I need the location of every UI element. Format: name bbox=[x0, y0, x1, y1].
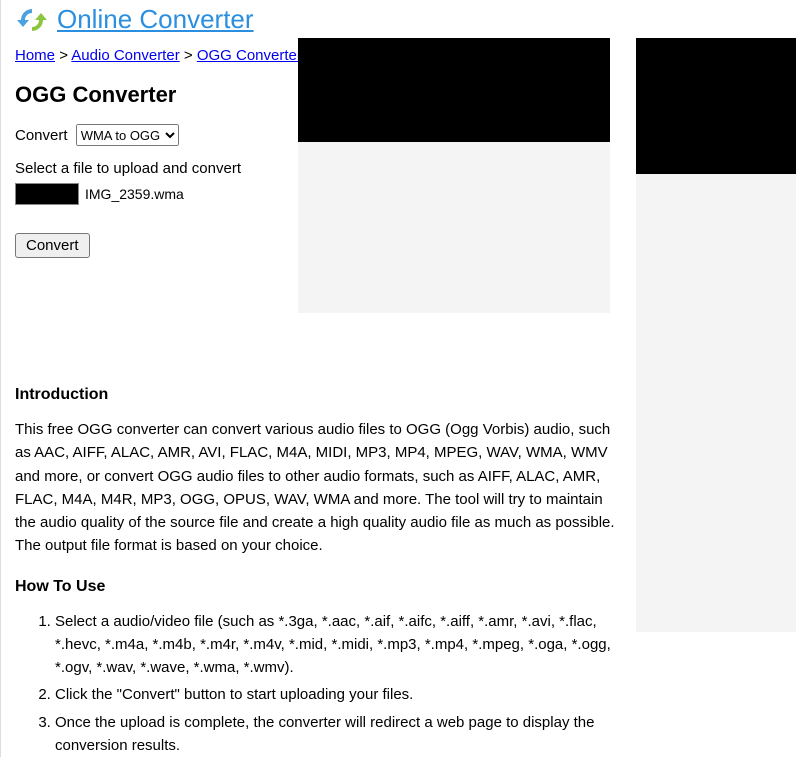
breadcrumb-ogg-converter[interactable]: OGG Converter bbox=[197, 47, 302, 64]
breadcrumb-sep: > bbox=[184, 47, 193, 64]
ad-side-banner bbox=[636, 38, 796, 174]
introduction-heading: Introduction bbox=[15, 386, 625, 404]
site-header: Online Converter bbox=[15, 0, 796, 41]
howto-step: Select a audio/video file (such as *.3ga… bbox=[55, 610, 625, 680]
ad-main-banner bbox=[298, 38, 610, 142]
convert-label: Convert bbox=[15, 127, 68, 144]
site-title-link[interactable]: Online Converter bbox=[57, 4, 254, 35]
choose-file-button[interactable] bbox=[15, 183, 79, 205]
howto-list: Select a audio/video file (such as *.3ga… bbox=[15, 610, 625, 758]
breadcrumb-audio-converter[interactable]: Audio Converter bbox=[71, 47, 179, 64]
format-select[interactable]: WMA to OGG bbox=[76, 124, 179, 146]
howto-step: Click the "Convert" button to start uplo… bbox=[55, 683, 625, 706]
refresh-icon bbox=[15, 5, 49, 35]
howto-heading: How To Use bbox=[15, 578, 625, 596]
ad-main bbox=[298, 38, 610, 313]
ad-side bbox=[636, 38, 796, 632]
breadcrumb-sep: > bbox=[59, 47, 68, 64]
breadcrumb-home[interactable]: Home bbox=[15, 47, 55, 64]
selected-file-name: IMG_2359.wma bbox=[85, 186, 184, 202]
howto-step: Once the upload is complete, the convert… bbox=[55, 711, 625, 758]
convert-button[interactable]: Convert bbox=[15, 233, 90, 258]
introduction-body: This free OGG converter can convert vari… bbox=[15, 418, 625, 558]
